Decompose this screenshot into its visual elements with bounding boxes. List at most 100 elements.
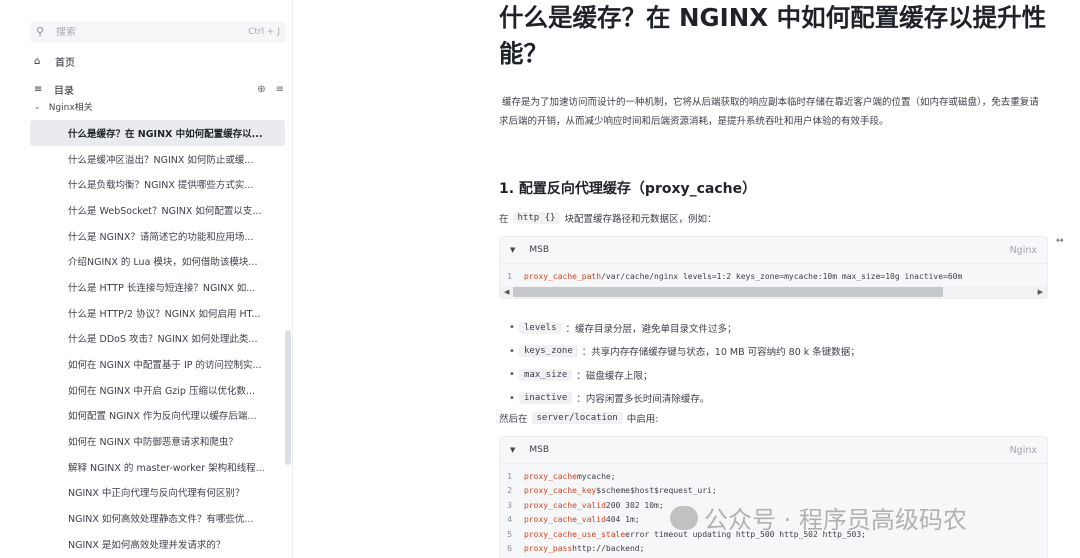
toc-item[interactable]: NGINX 如何高效处理静态文件？有哪些优...: [0, 505, 285, 531]
list-item-text: ：共享内存存储缓存键与状态，10 MB 可容纳约 80 k 条键数据；: [581, 347, 860, 359]
paragraph-text: 在: [499, 214, 509, 225]
toc-item[interactable]: 什么是 NGINX？请简述它的功能和应用场...: [0, 223, 285, 249]
toc-item[interactable]: 什么是负载均衡？NGINX 提供哪些方式实...: [0, 171, 285, 197]
toc-group-label: Nginx相关: [48, 102, 93, 113]
watermark-text: 公众号 · 程序员高级码农: [704, 506, 967, 534]
line-number: 1: [507, 471, 512, 481]
toc-item[interactable]: 什么是 HTTP/2 协议？NGINX 如何启用 HT...: [0, 300, 285, 326]
code-directive: proxy_cache_use_stale: [524, 529, 626, 539]
toc-item[interactable]: 什么是 DDoS 攻击？NGINX 如何处理此类...: [0, 326, 285, 352]
code-directive: proxy_cache_valid: [524, 515, 606, 525]
paragraph-text: 然后在: [499, 414, 528, 425]
paragraph-2: 然后在 server/location 中启用:: [499, 411, 659, 425]
expand-width-icon[interactable]: ↔: [1056, 236, 1064, 246]
inline-code: inactive: [519, 392, 573, 405]
code-args: /var/cache/nginx levels=1:2 keys_zone=my…: [601, 271, 963, 281]
nav-home-label: 首页: [55, 57, 75, 69]
bullet-icon: •: [509, 345, 515, 357]
line-number: 2: [507, 486, 512, 496]
code-args: $scheme$host$request_uri;: [596, 486, 717, 496]
toc-header: ≡ 目录 ⊕ ≡: [34, 82, 284, 97]
code-toggle-label[interactable]: MSB: [529, 445, 549, 455]
bullet-list: • levels ：缓存目录分层，避免单目录文件过多； • keys_zone …: [499, 316, 860, 410]
wechat-logo-icon: [670, 505, 698, 530]
search-icon: ⚲: [36, 25, 45, 38]
code-args: mycache;: [576, 471, 616, 481]
code-block-header: ▼ MSB Nginx: [500, 437, 1047, 464]
page-title: 什么是缓存？在 NGINX 中如何配置缓存以提升性能？: [499, 3, 1047, 68]
code-block-1: ▼ MSB Nginx 1 proxy_cache_path /var/cach…: [499, 236, 1048, 299]
code-block-header: ▼ MSB Nginx: [500, 237, 1047, 264]
code-directive: proxy_pass: [524, 544, 573, 554]
toc-item[interactable]: 如何在 NGINX 中防御恶意请求和爬虫？: [0, 428, 285, 454]
inline-code: http {}: [512, 212, 561, 224]
paragraph-1: 在 http {} 块配置缓存路径和元数据区，例如：: [499, 211, 716, 225]
code-args: 404 1m;: [605, 515, 640, 525]
toc-group-nginx[interactable]: ⌄ Nginx相关: [34, 99, 93, 113]
code-line: 2 proxy_cache_key $scheme$host$request_u…: [500, 484, 1047, 499]
list-item: • max_size ：磁盘缓存上限；: [499, 363, 860, 387]
scroll-right-icon[interactable]: ▶: [1038, 288, 1043, 296]
line-number: 6: [507, 544, 512, 554]
inline-code: max_size: [519, 368, 573, 381]
toc-item[interactable]: NGINX 是如何高效处理并发请求的？: [0, 531, 285, 557]
code-directive: proxy_cache_path: [524, 271, 602, 281]
toc-item[interactable]: 介绍NGINX 的 Lua 模块，如何借助该模块...: [0, 248, 285, 274]
locate-icon[interactable]: ⊕: [257, 84, 265, 95]
list-item-text: ：内容闲置多长时间清除缓存。: [576, 394, 710, 406]
line-number: 4: [507, 515, 512, 525]
list-item: • levels ：缓存目录分层，避免单目录文件过多；: [499, 316, 860, 340]
toc-item[interactable]: 什么是 HTTP 长连接与短连接？NGINX 如...: [0, 274, 285, 300]
intro-paragraph: 缓存是为了加速访问而设计的一种机制，它将从后端获取的响应副本临时存储在靠近客户端…: [499, 97, 1039, 127]
search-input[interactable]: [56, 26, 249, 38]
code-args: 200 302 10m;: [605, 500, 664, 510]
bullet-icon: •: [509, 369, 515, 381]
line-number: 5: [507, 529, 512, 539]
search-box[interactable]: ⚲ Ctrl + J: [30, 21, 286, 43]
code-directive: proxy_cache: [524, 471, 577, 481]
code-line: 1 proxy_cache_path /var/cache/nginx leve…: [500, 269, 1047, 284]
line-number: 3: [507, 500, 512, 510]
bullet-icon: •: [509, 392, 515, 404]
code-block-2: ▼ MSB Nginx 1 proxy_cache mycache; 2 pro…: [499, 436, 1048, 558]
list-item: • keys_zone ：共享内存存储缓存键与状态，10 MB 可容纳约 80 …: [499, 340, 860, 364]
toc-list: 什么是缓存？在 NGINX 中如何配置缓存以... 什么是缓冲区溢出？NGINX…: [0, 120, 285, 557]
chevron-down-icon: ⌄: [34, 101, 41, 111]
collapse-caret-icon[interactable]: ▼: [510, 446, 515, 454]
collapse-caret-icon[interactable]: ▼: [510, 246, 515, 254]
inline-code: keys_zone: [519, 345, 578, 358]
toc-item[interactable]: 如何在 NGINX 中开启 Gzip 压缩以优化数...: [0, 377, 285, 403]
toc-list-icon: ≡: [34, 83, 43, 95]
code-directive: proxy_cache_valid: [524, 500, 606, 510]
toc-item[interactable]: 什么是 WebSocket？NGINX 如何配置以支...: [0, 197, 285, 223]
watermark: 公众号 · 程序员高级码农: [670, 500, 967, 535]
list-item-text: ：磁盘缓存上限；: [576, 370, 653, 382]
code-args: http://backend;: [572, 544, 645, 554]
list-item-text: ：缓存目录分层，避免单目录文件过多；: [565, 323, 737, 335]
search-shortcut: Ctrl + J: [248, 27, 280, 37]
list-item: • inactive ：内容闲置多长时间清除缓存。: [499, 387, 860, 411]
paragraph-text: 中启用:: [626, 414, 659, 425]
toc-item[interactable]: NGINX 中正向代理与反向代理有何区别？: [0, 480, 285, 506]
scroll-left-icon[interactable]: ◀: [504, 288, 509, 296]
code-line: 1 proxy_cache mycache;: [500, 469, 1047, 484]
nav-home[interactable]: ⌂ 首页: [34, 53, 75, 69]
code-language: Nginx: [1009, 244, 1037, 256]
code-directive: proxy_cache_key: [524, 486, 597, 496]
horizontal-scrollbar[interactable]: ◀ ▶: [500, 285, 1047, 298]
toc-item[interactable]: 什么是缓冲区溢出？NGINX 如何防止或缓...: [0, 146, 285, 172]
paragraph-text: 块配置缓存路径和元数据区，例如：: [564, 214, 717, 225]
sidebar-scrollbar[interactable]: [285, 330, 291, 465]
toc-label: 目录: [54, 85, 74, 97]
toc-item-active[interactable]: 什么是缓存？在 NGINX 中如何配置缓存以...: [30, 120, 285, 146]
toc-item[interactable]: 如何在 NGINX 中配置基于 IP 的访问控制实...: [0, 351, 285, 377]
line-number: 1: [507, 271, 512, 281]
inline-code: server/location: [531, 412, 623, 424]
code-language: Nginx: [1009, 444, 1037, 456]
sidebar: ⚲ Ctrl + J ⌂ 首页 ≡ 目录 ⊕ ≡ ⌄ Nginx相关 什么是缓存…: [0, 0, 293, 558]
toc-item[interactable]: 解释 NGINX 的 master-worker 架构和线程...: [0, 454, 285, 480]
code-toggle-label[interactable]: MSB: [529, 245, 549, 255]
scroll-thumb[interactable]: [513, 286, 944, 297]
collapse-all-icon[interactable]: ≡: [276, 84, 284, 95]
toc-item[interactable]: 如何配置 NGINX 作为反向代理以缓存后端...: [0, 403, 285, 429]
